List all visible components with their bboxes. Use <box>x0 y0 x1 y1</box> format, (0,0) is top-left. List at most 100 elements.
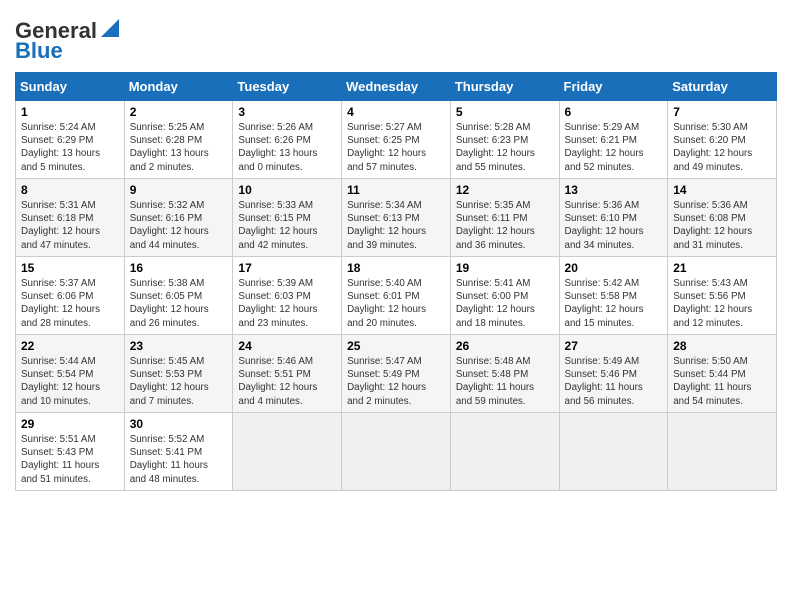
calendar-cell: 21 Sunrise: 5:43 AM Sunset: 5:56 PM Dayli… <box>668 257 777 335</box>
day-number: 1 <box>21 105 119 119</box>
day-info: Sunrise: 5:48 AM Sunset: 5:48 PM Dayligh… <box>456 355 554 408</box>
day-info: Sunrise: 5:27 AM Sunset: 6:25 PM Dayligh… <box>347 121 445 174</box>
day-info: Sunrise: 5:37 AM Sunset: 6:06 PM Dayligh… <box>21 277 119 330</box>
calendar-cell: 8Sunrise: 5:31 AM Sunset: 6:18 PM Daylig… <box>16 179 125 257</box>
day-number: 4 <box>347 105 445 119</box>
day-number: 15 <box>21 261 119 275</box>
calendar-cell: 7 Sunrise: 5:30 AM Sunset: 6:20 PM Daylig… <box>668 101 777 179</box>
day-info: Sunrise: 5:40 AM Sunset: 6:01 PM Dayligh… <box>347 277 445 330</box>
calendar-cell: 1 Sunrise: 5:24 AM Sunset: 6:29 PM Daylig… <box>16 101 125 179</box>
calendar-week-row: 22 Sunrise: 5:44 AM Sunset: 5:54 PM Dayli… <box>16 335 777 413</box>
day-info: Sunrise: 5:24 AM Sunset: 6:29 PM Dayligh… <box>21 121 119 174</box>
day-info: Sunrise: 5:29 AM Sunset: 6:21 PM Dayligh… <box>565 121 663 174</box>
day-number: 3 <box>238 105 336 119</box>
calendar-cell: 30 Sunrise: 5:52 AM Sunset: 5:41 PM Dayli… <box>124 413 233 491</box>
calendar-cell <box>233 413 342 491</box>
day-info: Sunrise: 5:38 AM Sunset: 6:05 PM Dayligh… <box>130 277 228 330</box>
calendar-cell <box>668 413 777 491</box>
calendar-cell: 4 Sunrise: 5:27 AM Sunset: 6:25 PM Daylig… <box>342 101 451 179</box>
day-info: Sunrise: 5:35 AM Sunset: 6:11 PM Dayligh… <box>456 199 554 252</box>
calendar-cell: 23 Sunrise: 5:45 AM Sunset: 5:53 PM Dayli… <box>124 335 233 413</box>
day-number: 16 <box>130 261 228 275</box>
calendar-cell: 28 Sunrise: 5:50 AM Sunset: 5:44 PM Dayli… <box>668 335 777 413</box>
day-info: Sunrise: 5:28 AM Sunset: 6:23 PM Dayligh… <box>456 121 554 174</box>
calendar-cell: 26Sunrise: 5:48 AM Sunset: 5:48 PM Dayli… <box>450 335 559 413</box>
calendar-cell <box>342 413 451 491</box>
calendar-cell: 19 Sunrise: 5:41 AM Sunset: 6:00 PM Dayli… <box>450 257 559 335</box>
day-number: 28 <box>673 339 771 353</box>
day-info: Sunrise: 5:39 AM Sunset: 6:03 PM Dayligh… <box>238 277 336 330</box>
calendar-cell: 6 Sunrise: 5:29 AM Sunset: 6:21 PM Daylig… <box>559 101 668 179</box>
day-number: 23 <box>130 339 228 353</box>
day-info: Sunrise: 5:30 AM Sunset: 6:20 PM Dayligh… <box>673 121 771 174</box>
calendar-cell: 9 Sunrise: 5:32 AM Sunset: 6:16 PM Daylig… <box>124 179 233 257</box>
calendar-cell: 5Sunrise: 5:28 AM Sunset: 6:23 PM Daylig… <box>450 101 559 179</box>
day-number: 7 <box>673 105 771 119</box>
day-number: 27 <box>565 339 663 353</box>
calendar-cell: 25Sunrise: 5:47 AM Sunset: 5:49 PM Dayli… <box>342 335 451 413</box>
day-number: 8 <box>21 183 119 197</box>
day-info: Sunrise: 5:46 AM Sunset: 5:51 PM Dayligh… <box>238 355 336 408</box>
day-number: 29 <box>21 417 119 431</box>
calendar-cell: 13 Sunrise: 5:36 AM Sunset: 6:10 PM Dayli… <box>559 179 668 257</box>
day-number: 11 <box>347 183 445 197</box>
day-number: 9 <box>130 183 228 197</box>
day-info: Sunrise: 5:32 AM Sunset: 6:16 PM Dayligh… <box>130 199 228 252</box>
day-number: 13 <box>565 183 663 197</box>
day-info: Sunrise: 5:45 AM Sunset: 5:53 PM Dayligh… <box>130 355 228 408</box>
day-number: 10 <box>238 183 336 197</box>
day-number: 20 <box>565 261 663 275</box>
day-number: 12 <box>456 183 554 197</box>
calendar-header-saturday: Saturday <box>668 73 777 101</box>
day-number: 30 <box>130 417 228 431</box>
calendar-cell: 15 Sunrise: 5:37 AM Sunset: 6:06 PM Dayli… <box>16 257 125 335</box>
day-info: Sunrise: 5:25 AM Sunset: 6:28 PM Dayligh… <box>130 121 228 174</box>
day-info: Sunrise: 5:44 AM Sunset: 5:54 PM Dayligh… <box>21 355 119 408</box>
day-info: Sunrise: 5:51 AM Sunset: 5:43 PM Dayligh… <box>21 433 119 486</box>
day-number: 19 <box>456 261 554 275</box>
day-info: Sunrise: 5:43 AM Sunset: 5:56 PM Dayligh… <box>673 277 771 330</box>
calendar-cell <box>450 413 559 491</box>
calendar-header-tuesday: Tuesday <box>233 73 342 101</box>
calendar-cell: 16 Sunrise: 5:38 AM Sunset: 6:05 PM Dayli… <box>124 257 233 335</box>
calendar-cell: 27 Sunrise: 5:49 AM Sunset: 5:46 PM Dayli… <box>559 335 668 413</box>
calendar-cell: 11Sunrise: 5:34 AM Sunset: 6:13 PM Dayli… <box>342 179 451 257</box>
calendar-header-thursday: Thursday <box>450 73 559 101</box>
calendar-week-row: 29 Sunrise: 5:51 AM Sunset: 5:43 PM Dayli… <box>16 413 777 491</box>
header: General Blue <box>15 10 777 64</box>
calendar-header-row: SundayMondayTuesdayWednesdayThursdayFrid… <box>16 73 777 101</box>
day-number: 21 <box>673 261 771 275</box>
day-info: Sunrise: 5:33 AM Sunset: 6:15 PM Dayligh… <box>238 199 336 252</box>
calendar-cell: 14 Sunrise: 5:36 AM Sunset: 6:08 PM Dayli… <box>668 179 777 257</box>
calendar-cell: 2Sunrise: 5:25 AM Sunset: 6:28 PM Daylig… <box>124 101 233 179</box>
day-number: 18 <box>347 261 445 275</box>
day-number: 17 <box>238 261 336 275</box>
day-number: 6 <box>565 105 663 119</box>
calendar-cell: 10 Sunrise: 5:33 AM Sunset: 6:15 PM Dayli… <box>233 179 342 257</box>
calendar-week-row: 1 Sunrise: 5:24 AM Sunset: 6:29 PM Daylig… <box>16 101 777 179</box>
day-info: Sunrise: 5:52 AM Sunset: 5:41 PM Dayligh… <box>130 433 228 486</box>
calendar-cell: 3 Sunrise: 5:26 AM Sunset: 6:26 PM Daylig… <box>233 101 342 179</box>
calendar-cell: 20Sunrise: 5:42 AM Sunset: 5:58 PM Dayli… <box>559 257 668 335</box>
calendar-cell: 24 Sunrise: 5:46 AM Sunset: 5:51 PM Dayli… <box>233 335 342 413</box>
day-number: 22 <box>21 339 119 353</box>
calendar-cell: 29 Sunrise: 5:51 AM Sunset: 5:43 PM Dayli… <box>16 413 125 491</box>
logo: General Blue <box>15 18 121 64</box>
day-info: Sunrise: 5:49 AM Sunset: 5:46 PM Dayligh… <box>565 355 663 408</box>
logo-text-blue: Blue <box>15 38 63 64</box>
calendar-cell: 12 Sunrise: 5:35 AM Sunset: 6:11 PM Dayli… <box>450 179 559 257</box>
calendar-cell <box>559 413 668 491</box>
calendar-table: SundayMondayTuesdayWednesdayThursdayFrid… <box>15 72 777 491</box>
day-info: Sunrise: 5:36 AM Sunset: 6:10 PM Dayligh… <box>565 199 663 252</box>
logo-arrow-icon <box>99 17 121 39</box>
day-info: Sunrise: 5:50 AM Sunset: 5:44 PM Dayligh… <box>673 355 771 408</box>
day-info: Sunrise: 5:26 AM Sunset: 6:26 PM Dayligh… <box>238 121 336 174</box>
calendar-week-row: 15 Sunrise: 5:37 AM Sunset: 6:06 PM Dayli… <box>16 257 777 335</box>
day-number: 14 <box>673 183 771 197</box>
day-info: Sunrise: 5:36 AM Sunset: 6:08 PM Dayligh… <box>673 199 771 252</box>
calendar-header-wednesday: Wednesday <box>342 73 451 101</box>
calendar-cell: 22 Sunrise: 5:44 AM Sunset: 5:54 PM Dayli… <box>16 335 125 413</box>
day-number: 24 <box>238 339 336 353</box>
day-number: 25 <box>347 339 445 353</box>
day-info: Sunrise: 5:41 AM Sunset: 6:00 PM Dayligh… <box>456 277 554 330</box>
